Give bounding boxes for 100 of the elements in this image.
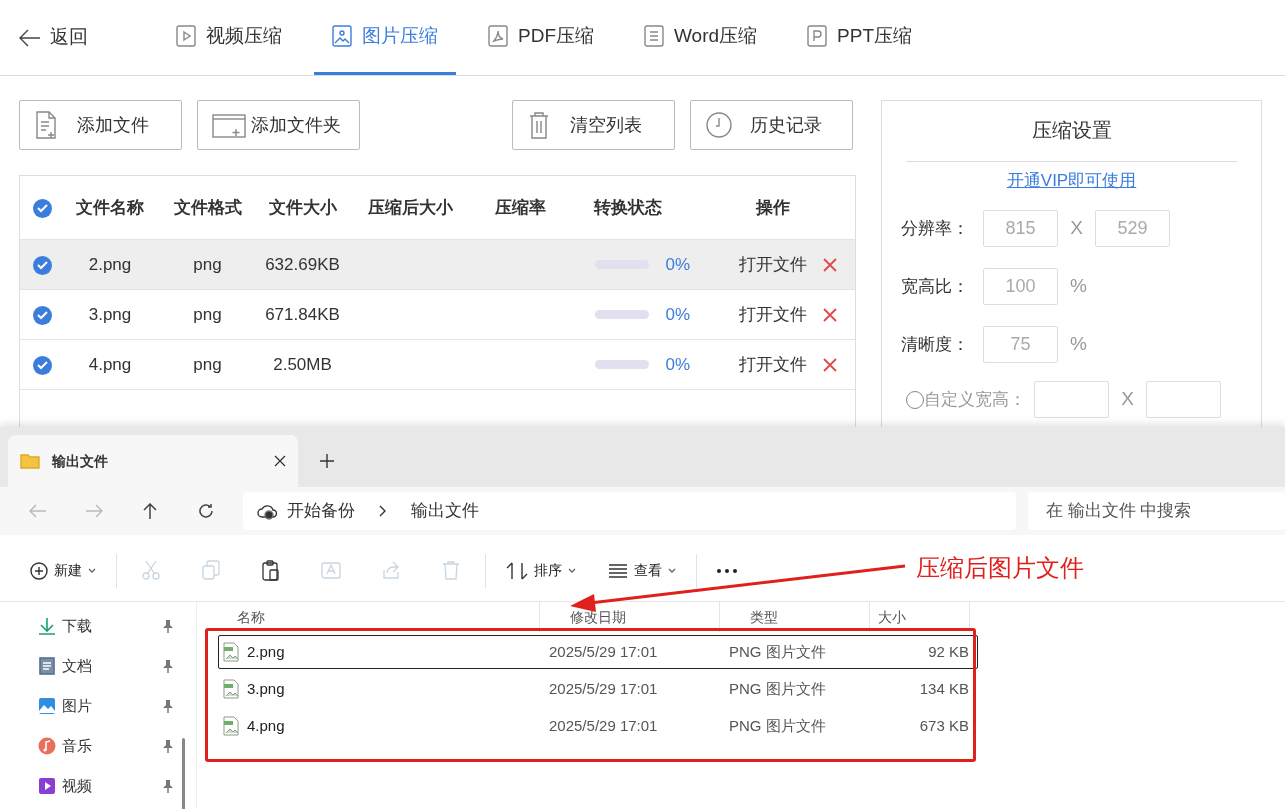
breadcrumb-item[interactable]: 开始备份: [286, 498, 355, 524]
table-cell-text: 3.png: [87, 303, 133, 326]
checkmark-icon: [37, 260, 48, 270]
delete-button[interactable]: [822, 257, 837, 272]
download-icon: [38, 617, 56, 635]
row-checkbox[interactable]: [33, 305, 52, 325]
caret-icon: [668, 567, 676, 574]
number-field[interactable]: [1034, 381, 1109, 418]
scrollbar[interactable]: [182, 738, 185, 809]
delete-button[interactable]: [822, 307, 837, 322]
number-field[interactable]: [1146, 381, 1221, 418]
close-icon[interactable]: [274, 455, 286, 467]
file-name: 2.png: [247, 641, 285, 662]
field-label: 自定义宽高：: [924, 388, 1027, 411]
window-tab[interactable]: 输出文件: [8, 435, 298, 487]
column-header[interactable]: 类型: [750, 606, 778, 628]
file-row[interactable]: 4.png 2025/5/29 17:01 PNG 图片文件 673 KB: [218, 709, 978, 743]
file-row[interactable]: 3.png 2025/5/29 17:01 PNG 图片文件 134 KB: [218, 672, 978, 706]
row-checkbox[interactable]: [33, 355, 52, 375]
delete-button[interactable]: [822, 357, 837, 372]
tab[interactable]: 图片压缩: [314, 0, 456, 75]
file-size: 673 KB: [918, 715, 969, 736]
column-header: 操作: [754, 196, 791, 219]
checkmark-icon: [37, 310, 48, 320]
file-size: 134 KB: [918, 678, 969, 699]
column-header: 转换状态: [592, 196, 663, 219]
sidebar-item[interactable]: 图片: [0, 686, 196, 726]
file-date: 2025/5/29 17:01: [549, 641, 659, 662]
column-header[interactable]: 名称: [237, 606, 265, 628]
clipboard-icon[interactable]: [261, 560, 281, 581]
file-date: 2025/5/29 17:01: [549, 678, 659, 699]
back-button[interactable]: 返回: [18, 0, 88, 75]
tab[interactable]: PDF压缩: [470, 0, 612, 75]
file-row[interactable]: 2.png 2025/5/29 17:01 PNG 图片文件 92 KB: [218, 635, 978, 669]
field-label: 清晰度：: [901, 333, 970, 356]
column-header: 文件格式: [172, 196, 243, 219]
toolbar-button[interactable]: 添加文件: [19, 100, 182, 150]
sort-button[interactable]: 排序: [490, 550, 592, 591]
address-bar[interactable]: 开始备份 输出文件: [242, 492, 1016, 530]
more-icon[interactable]: [717, 568, 737, 573]
pin-icon[interactable]: [162, 699, 174, 713]
table-cell-text: png: [192, 303, 223, 326]
file-type: PNG 图片文件: [729, 641, 827, 662]
column-header: 压缩后大小: [366, 196, 454, 219]
tab[interactable]: PPT压缩: [789, 0, 930, 75]
folder-icon: [20, 453, 40, 469]
column-header[interactable]: 大小: [878, 606, 906, 628]
file-add-icon: [34, 110, 58, 140]
caret-icon: [568, 567, 576, 574]
trash-icon: [527, 110, 551, 140]
back-arrow-icon: [18, 27, 42, 48]
file-type: PNG 图片文件: [729, 715, 827, 736]
video-icon: [38, 777, 56, 795]
caret-icon: [88, 567, 96, 574]
video-icon: [176, 25, 196, 47]
letter-p-icon: [807, 25, 828, 47]
checkmark-icon: [37, 203, 48, 213]
tab[interactable]: Word压缩: [626, 0, 776, 75]
file-name: 3.png: [247, 678, 285, 699]
sidebar-item[interactable]: 下载: [0, 606, 196, 646]
document-icon: [644, 25, 664, 47]
separator-x: X: [1120, 387, 1135, 412]
breadcrumb-item[interactable]: 输出文件: [410, 498, 479, 524]
sidebar-item[interactable]: 音乐: [0, 726, 196, 766]
pin-icon[interactable]: [162, 659, 174, 673]
tab[interactable]: 视频压缩: [158, 0, 300, 75]
table-cell-text: png: [192, 253, 223, 276]
row-checkbox[interactable]: [33, 255, 52, 275]
column-header[interactable]: 修改日期: [570, 606, 626, 628]
sort-icon: [506, 561, 528, 580]
unit-label: %: [1070, 332, 1087, 357]
sidebar-item[interactable]: 视频: [0, 766, 196, 806]
progress-percent: 0%: [665, 253, 690, 276]
image-file-icon: [223, 679, 239, 699]
field-label: 分辨率：: [901, 217, 970, 240]
toolbar-button[interactable]: 清空列表: [512, 100, 675, 150]
list-view-icon: [608, 563, 628, 578]
open-file-link[interactable]: 打开文件: [738, 301, 807, 328]
view-button[interactable]: 查看: [592, 550, 692, 591]
image-icon: [332, 25, 352, 47]
vip-link[interactable]: 开通VIP即可使用: [1006, 168, 1137, 194]
file-size: 92 KB: [927, 641, 969, 662]
table-cell-text: 2.png: [87, 253, 133, 276]
image-file-icon: [223, 716, 239, 736]
search-field[interactable]: 在 输出文件 中搜索: [1028, 492, 1285, 530]
table-cell-text: 632.69KB: [264, 253, 341, 276]
open-file-link[interactable]: 打开文件: [738, 251, 807, 278]
plus-circle-icon: [30, 561, 48, 580]
new-tab-icon[interactable]: [320, 454, 334, 468]
sidebar-item[interactable]: 文档: [0, 646, 196, 686]
pin-icon[interactable]: [162, 739, 174, 753]
pin-icon[interactable]: [162, 779, 174, 793]
settings-title: 压缩设置: [906, 115, 1237, 162]
toolbar-button[interactable]: 历史记录: [690, 100, 853, 150]
new-button[interactable]: 新建: [14, 550, 112, 591]
open-file-link[interactable]: 打开文件: [738, 351, 807, 378]
toolbar-button[interactable]: 添加文件夹: [197, 100, 360, 150]
refresh-icon[interactable]: [197, 502, 216, 520]
select-all-checkbox[interactable]: [33, 198, 52, 218]
pin-icon[interactable]: [162, 619, 174, 633]
